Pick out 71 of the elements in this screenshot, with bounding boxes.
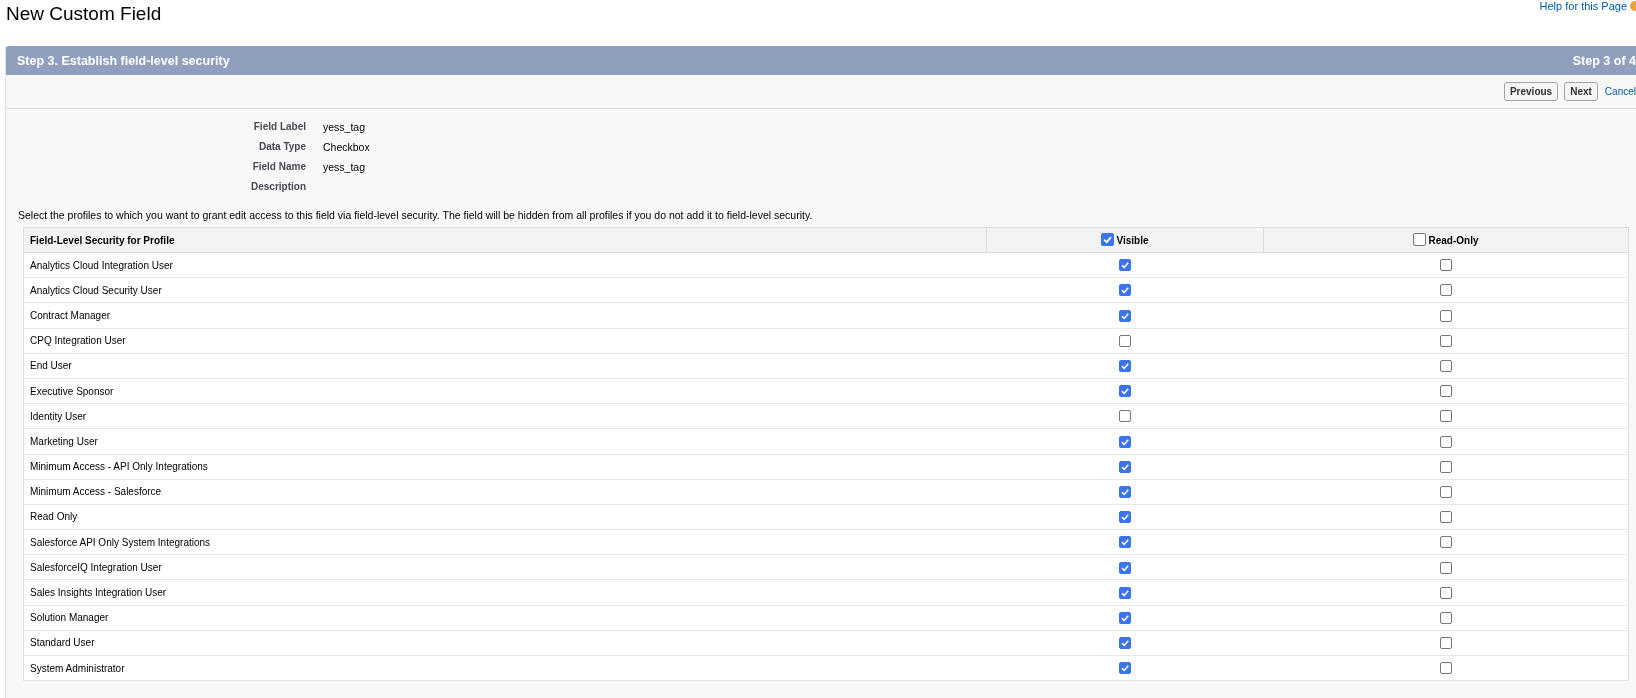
profile-name: Analytics Cloud Integration User <box>23 252 987 278</box>
profile-name: Minimum Access - API Only Integrations <box>23 454 987 480</box>
column-header: Field-Level Security for Profile <box>23 227 987 253</box>
checkbox[interactable] <box>1413 232 1427 246</box>
checkbox[interactable] <box>1439 460 1452 473</box>
column-header: Read-Only <box>1428 234 1479 246</box>
wizard-button[interactable]: Previous <box>1503 82 1559 101</box>
checkbox[interactable] <box>1119 334 1131 347</box>
profile-name: Contract Manager <box>23 302 987 329</box>
checkbox[interactable] <box>1439 637 1452 650</box>
checkbox[interactable] <box>1119 485 1131 498</box>
checkbox[interactable] <box>1119 410 1131 423</box>
checkbox[interactable] <box>1439 536 1452 549</box>
profile-name: Marketing User <box>23 428 987 454</box>
profile-name: End User <box>23 353 987 379</box>
checkbox[interactable] <box>1119 284 1131 297</box>
detail-label: Field Name <box>251 161 306 174</box>
checkbox[interactable] <box>1119 385 1131 398</box>
detail-value: yess_tag <box>323 161 367 175</box>
profile-name: Salesforce API Only System Integrations <box>23 529 987 555</box>
checkbox[interactable] <box>1119 511 1131 524</box>
checkbox[interactable] <box>1119 586 1131 599</box>
checkbox[interactable] <box>1119 611 1131 624</box>
detail-value: Checkbox <box>323 141 371 155</box>
detail-label: Data Type <box>257 141 306 154</box>
checkbox[interactable] <box>1101 232 1115 246</box>
checkbox[interactable] <box>1439 309 1452 322</box>
checkbox[interactable] <box>1119 435 1131 448</box>
step-title: Step 3. Establish field-level security <box>17 53 230 68</box>
column-header: Visible <box>1116 234 1149 246</box>
profile-name: System Administrator <box>23 655 987 681</box>
checkbox[interactable] <box>1119 460 1131 473</box>
cancel-link[interactable]: Cancel <box>1604 86 1636 97</box>
checkbox[interactable] <box>1119 309 1131 322</box>
checkbox[interactable] <box>1119 561 1131 574</box>
detail-label: Field Label <box>252 121 306 134</box>
checkbox[interactable] <box>1119 637 1131 650</box>
profile-name: SalesforceIQ Integration User <box>23 554 987 580</box>
instructions-text: Select the profiles to which you want to grant edit access to this field via field-level security. The field will be hidden from all profiles if you do not add it to field-level security. <box>17 208 814 223</box>
checkbox[interactable] <box>1119 662 1131 675</box>
checkbox[interactable] <box>1439 485 1452 498</box>
checkbox[interactable] <box>1439 410 1452 423</box>
profile-name: Analytics Cloud Security User <box>23 277 987 303</box>
checkbox[interactable] <box>1119 536 1131 549</box>
checkbox[interactable] <box>1439 561 1452 574</box>
profile-name: Sales Insights Integration User <box>23 579 987 606</box>
detail-label: Description <box>250 181 306 194</box>
profile-name: Executive Sponsor <box>23 378 987 404</box>
checkbox[interactable] <box>1439 385 1452 398</box>
profile-name: Standard User <box>23 630 987 656</box>
checkbox[interactable] <box>1439 611 1452 624</box>
profile-name: Minimum Access - Salesforce <box>23 479 987 505</box>
profile-name: Identity User <box>23 403 987 429</box>
checkbox[interactable] <box>1439 259 1452 272</box>
checkbox[interactable] <box>1439 435 1452 448</box>
wizard-button[interactable]: Next <box>1564 82 1598 101</box>
step-counter: Step 3 of 4 <box>1572 53 1636 68</box>
checkbox[interactable] <box>1439 360 1452 372</box>
checkbox[interactable] <box>1439 586 1452 599</box>
checkbox[interactable] <box>1439 662 1452 675</box>
profile-name: CPQ Integration User <box>23 328 987 354</box>
checkbox[interactable] <box>1439 284 1452 297</box>
checkbox[interactable] <box>1119 360 1131 372</box>
profile-name: Solution Manager <box>23 605 987 631</box>
page-title: New Custom Field <box>6 3 162 25</box>
help-link[interactable]: Help for this Page <box>1539 0 1627 12</box>
checkbox[interactable] <box>1439 334 1452 347</box>
detail-value: yess_tag <box>323 121 367 135</box>
checkbox[interactable] <box>1119 259 1131 272</box>
profile-name: Read Only <box>23 504 987 530</box>
checkbox[interactable] <box>1439 511 1452 524</box>
